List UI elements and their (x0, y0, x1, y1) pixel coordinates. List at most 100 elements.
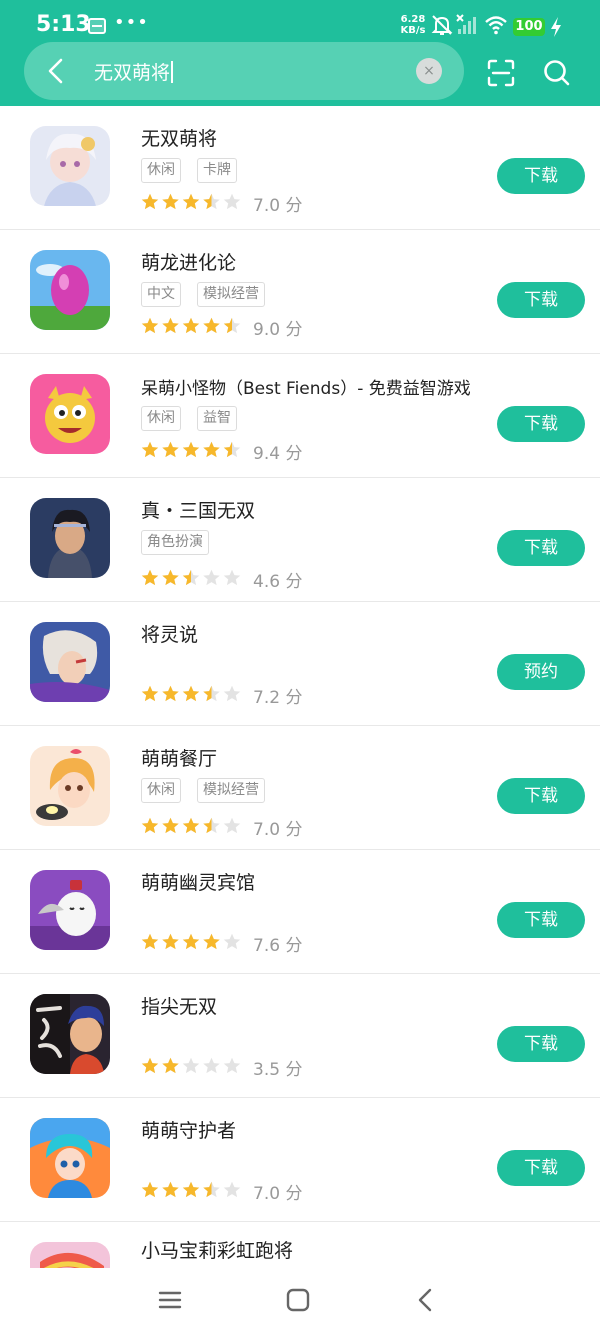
app-tags: 休闲 模拟经营 (141, 778, 281, 804)
app-icon[interactable] (30, 1242, 110, 1268)
app-tag: 模拟经营 (197, 282, 265, 307)
star-rating-icon (141, 1181, 241, 1198)
star-filled (141, 193, 159, 210)
download-button[interactable]: 下载 (497, 1150, 585, 1186)
app-name: 萌龙进化论 (141, 252, 237, 274)
star-empty (223, 569, 241, 586)
list-item[interactable]: 指尖无双 3.5 分 下载 (0, 974, 600, 1098)
app-score: 3.5 分 (253, 1060, 303, 1080)
back-icon[interactable] (412, 1286, 440, 1314)
top-bar: 5:13 ••• 6.28 KB/s 100 无双萌将 × (0, 0, 600, 106)
list-item[interactable]: 将灵说 7.2 分 预约 (0, 602, 600, 726)
list-item[interactable]: 萌萌餐厅 休闲 模拟经营 7.0 分 下载 (0, 726, 600, 850)
app-icon[interactable] (30, 250, 110, 330)
charging-icon (551, 17, 561, 37)
star-rating-icon (141, 317, 241, 334)
list-item[interactable]: 萌萌幽灵宾馆 7.6 分 下载 (0, 850, 600, 974)
back-arrow-icon[interactable] (42, 56, 70, 86)
app-score: 7.0 分 (253, 196, 303, 216)
app-name: 萌萌幽灵宾馆 (141, 872, 256, 894)
status-bar: 5:13 ••• 6.28 KB/s 100 (0, 0, 600, 44)
star-filled (162, 569, 179, 586)
star-filled (162, 1181, 179, 1198)
star-filled (162, 817, 179, 834)
list-item[interactable]: 小马宝莉彩虹跑将 (0, 1222, 600, 1268)
app-icon[interactable] (30, 374, 110, 454)
star-filled (182, 1181, 200, 1198)
battery-icon: 100 (513, 18, 545, 36)
app-tag: 中文 (141, 282, 181, 307)
app-tag: 卡牌 (197, 158, 237, 183)
app-score: 7.0 分 (253, 820, 303, 840)
star-rating-icon (141, 685, 241, 702)
app-icon[interactable] (30, 994, 110, 1074)
wifi-icon (485, 16, 507, 35)
list-item[interactable]: 萌龙进化论 中文 模拟经营 9.0 分 下载 (0, 230, 600, 354)
app-name: 无双萌将 (141, 128, 218, 150)
app-icon[interactable] (30, 870, 110, 950)
net-speed-value: 6.28 (400, 14, 426, 25)
star-filled (141, 441, 159, 458)
app-tags: 休闲 益智 (141, 406, 253, 432)
star-filled (141, 569, 159, 586)
star-rating-icon (141, 193, 241, 210)
home-icon[interactable] (284, 1286, 312, 1314)
download-button[interactable]: 下载 (497, 1026, 585, 1062)
star-filled (141, 685, 159, 702)
star-filled (141, 1057, 159, 1074)
star-filled (141, 933, 159, 950)
net-speed-unit: KB/s (400, 25, 426, 36)
reserve-button[interactable]: 预约 (497, 654, 585, 690)
list-item[interactable]: 呆萌小怪物（Best Fiends）- 免费益智游戏 休闲 益智 9.4 分 下载 (0, 354, 600, 478)
clear-search-button[interactable]: × (416, 58, 442, 84)
app-icon[interactable] (30, 498, 110, 578)
app-icon[interactable] (30, 1118, 110, 1198)
app-tag: 休闲 (141, 406, 181, 431)
download-button[interactable]: 下载 (497, 406, 585, 442)
app-name: 呆萌小怪物（Best Fiends）- 免费益智游戏 (141, 379, 471, 399)
menu-icon[interactable] (156, 1286, 184, 1314)
star-filled (182, 817, 200, 834)
app-name: 萌萌餐厅 (141, 748, 218, 770)
star-filled (203, 933, 220, 950)
search-box[interactable] (24, 42, 464, 100)
net-speed: 6.28 KB/s (398, 14, 428, 36)
search-results-list[interactable]: 无双萌将 休闲 卡牌 7.0 分 下载 萌龙进化论 中文 模拟经营 9.0 分 下载 (0, 106, 600, 1268)
download-button[interactable]: 下载 (497, 902, 585, 938)
star-empty (223, 1181, 241, 1198)
star-filled (141, 317, 159, 334)
app-score: 9.4 分 (253, 444, 303, 464)
download-button[interactable]: 下载 (497, 778, 585, 814)
star-filled (182, 441, 200, 458)
app-icon[interactable] (30, 746, 110, 826)
app-tag: 休闲 (141, 778, 181, 803)
star-filled (141, 817, 159, 834)
app-icon[interactable] (30, 126, 110, 206)
search-input[interactable]: 无双萌将 (94, 58, 174, 85)
download-button[interactable]: 下载 (497, 530, 585, 566)
list-item[interactable]: 真・三国无双 角色扮演 4.6 分 下载 (0, 478, 600, 602)
star-filled (203, 441, 220, 458)
star-empty (223, 933, 241, 950)
scan-icon[interactable] (485, 57, 517, 89)
status-time: 5:13 (36, 12, 91, 37)
star-filled (162, 441, 179, 458)
app-score: 7.2 分 (253, 688, 303, 708)
app-name: 萌萌守护者 (141, 1120, 237, 1142)
app-icon[interactable] (30, 622, 110, 702)
star-filled (182, 685, 200, 702)
list-item[interactable]: 无双萌将 休闲 卡牌 7.0 分 下载 (0, 106, 600, 230)
app-score: 4.6 分 (253, 572, 303, 592)
app-name: 将灵说 (141, 624, 199, 646)
download-button[interactable]: 下载 (497, 282, 585, 318)
search-icon[interactable] (541, 57, 573, 89)
star-empty (223, 685, 241, 702)
search-query: 无双萌将 (94, 62, 171, 84)
star-filled (182, 933, 200, 950)
star-empty (223, 193, 241, 210)
download-button[interactable]: 下载 (497, 158, 585, 194)
star-rating-icon (141, 933, 241, 950)
system-navigation-bar (0, 1268, 600, 1333)
list-item[interactable]: 萌萌守护者 7.0 分 下载 (0, 1098, 600, 1222)
star-filled (162, 317, 179, 334)
